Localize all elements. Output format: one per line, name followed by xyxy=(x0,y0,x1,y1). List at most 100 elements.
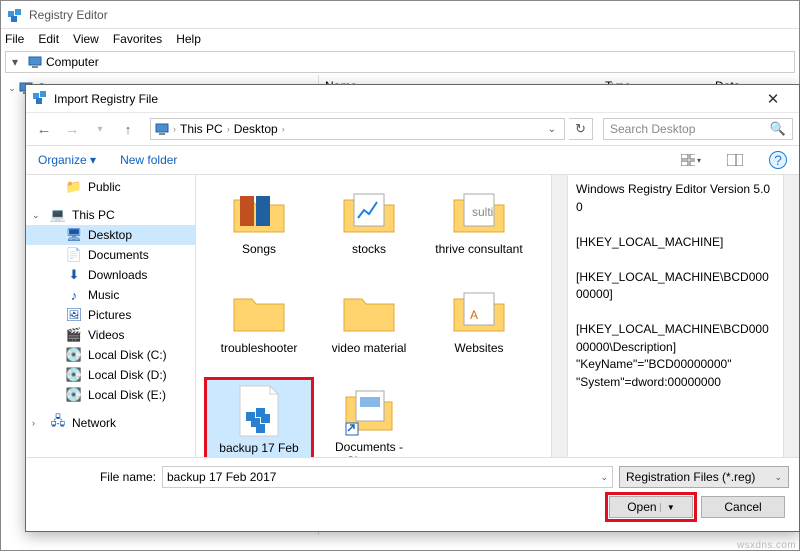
view-options-button[interactable]: ▾ xyxy=(681,150,701,170)
expand-icon[interactable]: ⌄ xyxy=(5,83,19,94)
search-box[interactable]: Search Desktop 🔍 xyxy=(603,118,793,140)
open-button[interactable]: Open ▼ xyxy=(609,496,693,518)
sidebar-item-videos[interactable]: 🎬Videos xyxy=(26,325,195,345)
watermark: wsxdns.com xyxy=(737,540,796,551)
search-icon[interactable]: 🔍 xyxy=(770,121,786,137)
expand-icon[interactable]: › xyxy=(32,418,35,428)
menu-help[interactable]: Help xyxy=(176,32,201,46)
search-placeholder: Search Desktop xyxy=(610,122,770,136)
svg-text:sulti: sulti xyxy=(472,205,493,219)
chevron-down-icon[interactable]: ⌄ xyxy=(600,472,608,483)
files-scrollbar[interactable] xyxy=(551,175,567,457)
organize-button[interactable]: Organize ▾ xyxy=(38,153,96,167)
folder-icon: sulti xyxy=(452,185,506,239)
file-item-songs[interactable]: Songs xyxy=(206,181,312,276)
sidebar-item-disk-d[interactable]: 💽Local Disk (D:) xyxy=(26,365,195,385)
help-button[interactable]: ? xyxy=(769,151,787,169)
sidebar-item-pictures[interactable]: 🖼Pictures xyxy=(26,305,195,325)
dialog-files-wrap: Songs stocks sulti thrive consultant tro… xyxy=(196,175,799,457)
disk-icon: 💽 xyxy=(66,387,82,403)
menu-favorites[interactable]: Favorites xyxy=(113,32,162,46)
close-button[interactable]: ✕ xyxy=(753,90,793,108)
dialog-toolbar: Organize ▾ New folder ▾ ? xyxy=(26,145,799,175)
address-dropdown-icon[interactable]: ⌄ xyxy=(544,124,560,135)
file-item-websites[interactable]: A Websites xyxy=(426,280,532,375)
sidebar-item-public[interactable]: 📁Public xyxy=(26,177,195,197)
disk-icon: 💽 xyxy=(66,347,82,363)
dialog-body: 📁Public ⌄💻This PC 🖥Desktop 📄Documents ⬇D… xyxy=(26,175,799,457)
sidebar-item-disk-c[interactable]: 💽Local Disk (C:) xyxy=(26,345,195,365)
breadcrumb-sep-icon[interactable]: › xyxy=(173,124,176,134)
folder-icon: A xyxy=(452,284,506,338)
sidebar-item-desktop[interactable]: 🖥Desktop xyxy=(26,225,195,245)
videos-icon: 🎬 xyxy=(66,327,82,343)
svg-text:A: A xyxy=(470,308,478,322)
address-dropdown-icon[interactable]: ▾ xyxy=(6,55,24,69)
main-addressbar[interactable]: ▾ Computer xyxy=(5,51,795,73)
breadcrumb-desktop[interactable]: Desktop xyxy=(234,122,278,136)
main-menubar: File Edit View Favorites Help xyxy=(1,29,799,49)
dialog-footer: File name: backup 17 Feb 2017 ⌄ Registra… xyxy=(26,457,799,531)
new-folder-button[interactable]: New folder xyxy=(120,153,177,167)
preview-panel: Windows Registry Editor Version 5.00 [HK… xyxy=(567,175,783,457)
sidebar-item-documents[interactable]: 📄Documents xyxy=(26,245,195,265)
expand-icon[interactable]: ⌄ xyxy=(32,210,40,221)
dialog-icon xyxy=(32,89,48,108)
files-area[interactable]: Songs stocks sulti thrive consultant tro… xyxy=(196,175,551,457)
dialog-nav: ← → ▾ ↑ › This PC › Desktop › ⌄ ↻ Search… xyxy=(26,113,799,145)
filename-label: File name: xyxy=(36,470,156,484)
file-item-documents-shortcut[interactable]: Documents - Shortcut xyxy=(316,379,422,457)
menu-view[interactable]: View xyxy=(73,32,99,46)
cancel-button[interactable]: Cancel xyxy=(701,496,785,518)
back-button[interactable]: ← xyxy=(32,117,56,141)
folder-icon: 📁 xyxy=(66,179,82,195)
import-registry-dialog: Import Registry File ✕ ← → ▾ ↑ › This PC… xyxy=(25,84,800,532)
address-computer[interactable]: Computer xyxy=(24,55,103,69)
main-title: Registry Editor xyxy=(29,8,108,22)
computer-icon: 💻 xyxy=(50,207,66,223)
folder-shortcut-icon xyxy=(342,383,396,437)
downloads-icon: ⬇ xyxy=(66,267,82,283)
disk-icon: 💽 xyxy=(66,367,82,383)
app-icon xyxy=(7,7,23,23)
sidebar-item-disk-e[interactable]: 💽Local Disk (E:) xyxy=(26,385,195,405)
file-item-video-material[interactable]: video material xyxy=(316,280,422,375)
breadcrumb-thispc[interactable]: This PC xyxy=(180,122,223,136)
folder-icon xyxy=(232,185,286,239)
folder-icon xyxy=(342,284,396,338)
forward-button[interactable]: → xyxy=(60,117,84,141)
music-icon: ♪ xyxy=(66,287,82,303)
computer-icon xyxy=(155,122,169,136)
refresh-button[interactable]: ↻ xyxy=(569,118,593,140)
folder-icon xyxy=(342,185,396,239)
breadcrumb-sep-icon[interactable]: › xyxy=(227,124,230,134)
preview-text: Windows Registry Editor Version 5.00 [HK… xyxy=(576,182,770,389)
dialog-titlebar: Import Registry File ✕ xyxy=(26,85,799,113)
breadcrumb-sep-icon[interactable]: › xyxy=(282,124,285,134)
file-item-thrive[interactable]: sulti thrive consultant xyxy=(426,181,532,276)
open-split-icon[interactable]: ▼ xyxy=(660,503,675,512)
address-bar[interactable]: › This PC › Desktop › ⌄ xyxy=(150,118,565,140)
sidebar-item-network[interactable]: ›🖧Network xyxy=(26,413,195,433)
menu-edit[interactable]: Edit xyxy=(38,32,59,46)
filename-input[interactable]: backup 17 Feb 2017 ⌄ xyxy=(162,466,613,488)
network-icon: 🖧 xyxy=(50,415,66,431)
filetype-dropdown[interactable]: Registration Files (*.reg) ⌄ xyxy=(619,466,789,488)
folder-icon xyxy=(232,284,286,338)
menu-file[interactable]: File xyxy=(5,32,24,46)
computer-icon xyxy=(28,55,42,69)
file-item-stocks[interactable]: stocks xyxy=(316,181,422,276)
sidebar-item-downloads[interactable]: ⬇Downloads xyxy=(26,265,195,285)
up-button[interactable]: ↑ xyxy=(116,117,140,141)
preview-pane-button[interactable] xyxy=(725,150,745,170)
sidebar-item-music[interactable]: ♪Music xyxy=(26,285,195,305)
preview-scrollbar[interactable] xyxy=(783,175,799,457)
reg-file-icon xyxy=(232,384,286,438)
file-item-backup-reg[interactable]: backup 17 Feb 2017 xyxy=(206,379,312,457)
dialog-sidebar[interactable]: 📁Public ⌄💻This PC 🖥Desktop 📄Documents ⬇D… xyxy=(26,175,196,457)
chevron-down-icon[interactable]: ⌄ xyxy=(774,472,782,483)
recent-dropdown[interactable]: ▾ xyxy=(88,117,112,141)
file-item-troubleshooter[interactable]: troubleshooter xyxy=(206,280,312,375)
sidebar-item-thispc[interactable]: ⌄💻This PC xyxy=(26,205,195,225)
documents-icon: 📄 xyxy=(66,247,82,263)
